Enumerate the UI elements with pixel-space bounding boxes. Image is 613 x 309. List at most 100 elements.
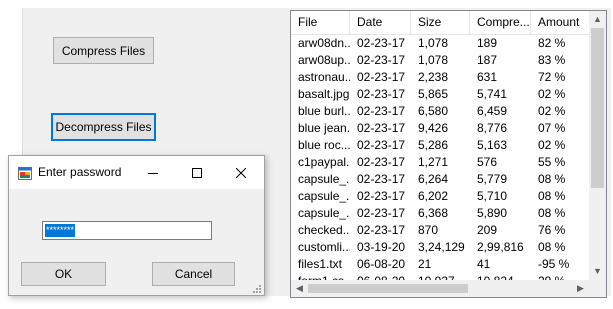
column-header-file[interactable]: File (291, 11, 350, 34)
list-cell: capsule_... (298, 172, 350, 186)
list-cell: 5,890 (477, 206, 508, 220)
list-cell: 02 % (538, 104, 566, 118)
list-cell: 82 % (538, 36, 566, 50)
list-cell: 03-19-20 (357, 240, 406, 254)
list-cell: arw08up... (298, 53, 350, 67)
scroll-down-icon[interactable]: ▼ (589, 263, 606, 280)
list-row[interactable]: customli... 03-19-20 3,24,129 2,99,816 08 % (291, 239, 591, 256)
list-cell: 21 (418, 257, 432, 271)
list-cell: 5,865 (418, 87, 449, 101)
list-header: File Date Size Compre... Amount (291, 11, 591, 35)
cancel-button[interactable]: Cancel (152, 262, 235, 286)
horizontal-scrollbar[interactable]: ◀ ▶ (291, 280, 589, 297)
close-icon (235, 165, 247, 181)
resize-grip-icon[interactable] (252, 283, 262, 293)
scroll-left-icon[interactable]: ◀ (291, 280, 308, 297)
vertical-scrollbar[interactable]: ▲ ▼ (589, 11, 606, 280)
list-cell: 6,202 (418, 189, 449, 203)
list-row[interactable]: astronau... 02-23-17 2,238 631 72 % (291, 69, 591, 86)
list-row[interactable]: capsule_... 02-23-17 6,202 5,710 08 % (291, 188, 591, 205)
list-cell: blue burl... (298, 104, 350, 118)
maximize-button[interactable] (174, 156, 220, 189)
list-cell: 187 (477, 53, 498, 67)
list-cell: c1paypal... (298, 155, 350, 169)
list-row[interactable]: arw08dn... 02-23-17 1,078 189 82 % (291, 35, 591, 52)
list-cell: 6,368 (418, 206, 449, 220)
password-selected-text: ******** (45, 224, 76, 237)
list-cell: 02-23-17 (357, 189, 406, 203)
list-cell: 2,99,816 (477, 240, 524, 254)
list-cell: 209 (477, 223, 498, 237)
list-cell: 576 (477, 155, 498, 169)
ok-button[interactable]: OK (21, 262, 106, 286)
minimize-icon (148, 165, 158, 181)
list-cell: 8,776 (477, 121, 508, 135)
list-cell: 83 % (538, 53, 566, 67)
list-row[interactable]: capsule_... 02-23-17 6,368 5,890 08 % (291, 205, 591, 222)
column-header-date[interactable]: Date (350, 11, 411, 34)
horizontal-scroll-thumb[interactable] (308, 284, 468, 293)
compress-files-button[interactable]: Compress Files (53, 37, 154, 64)
password-input[interactable]: ******** (42, 221, 212, 240)
list-cell: 2,238 (418, 70, 449, 84)
list-cell: files1.txt (298, 257, 343, 271)
list-cell: -95 % (538, 257, 570, 271)
list-cell: 02 % (538, 138, 566, 152)
list-cell: 02-23-17 (357, 53, 406, 67)
list-cell: 02-23-17 (357, 206, 406, 220)
list-row[interactable]: blue burl... 02-23-17 6,580 6,459 02 % (291, 103, 591, 120)
decompress-files-button[interactable]: Decompress Files (51, 113, 156, 141)
scroll-right-icon[interactable]: ▶ (572, 280, 589, 297)
list-cell: 02-23-17 (357, 36, 406, 50)
column-header-size[interactable]: Size (411, 11, 470, 34)
vertical-scroll-thumb[interactable] (591, 28, 604, 188)
column-header-compressed[interactable]: Compre... (470, 11, 531, 34)
scrollbar-corner (589, 280, 606, 297)
list-row[interactable]: arw08up... 02-23-17 1,078 187 83 % (291, 52, 591, 69)
list-cell: arw08dn... (298, 36, 350, 50)
list-row[interactable]: capsule_... 02-23-17 6,264 5,779 08 % (291, 171, 591, 188)
list-cell: capsule_... (298, 189, 350, 203)
list-cell: 5,163 (477, 138, 508, 152)
list-row[interactable]: blue jean... 02-23-17 9,426 8,776 07 % (291, 120, 591, 137)
list-cell: blue roc... (298, 138, 350, 152)
list-row[interactable]: basalt.jpg 02-23-17 5,865 5,741 02 % (291, 86, 591, 103)
list-cell: 189 (477, 36, 498, 50)
list-cell: checked... (298, 223, 350, 237)
list-cell: 5,779 (477, 172, 508, 186)
list-cell: basalt.jpg (298, 87, 350, 101)
list-cell: 76 % (538, 223, 566, 237)
list-cell: astronau... (298, 70, 350, 84)
list-cell: 3,24,129 (418, 240, 465, 254)
list-cell: 5,710 (477, 189, 508, 203)
list-cell: 6,580 (418, 104, 449, 118)
list-cell: 870 (418, 223, 439, 237)
list-cell: 6,264 (418, 172, 449, 186)
list-cell: 08 % (538, 240, 566, 254)
list-row[interactable]: blue roc... 02-23-17 5,286 5,163 02 % (291, 137, 591, 154)
list-row[interactable]: checked... 02-23-17 870 209 76 % (291, 222, 591, 239)
list-cell: 08 % (538, 206, 566, 220)
scroll-up-icon[interactable]: ▲ (589, 11, 606, 28)
list-cell: 02-23-17 (357, 138, 406, 152)
list-cell: 5,741 (477, 87, 508, 101)
minimize-button[interactable] (130, 156, 176, 189)
list-cell: 02-23-17 (357, 104, 406, 118)
list-cell: capsule_... (298, 206, 350, 220)
column-header-amount[interactable]: Amount (531, 11, 591, 34)
list-rows: arw08dn... 02-23-17 1,078 189 82 % arw08up...… (291, 35, 591, 290)
list-row[interactable]: c1paypal... 02-23-17 1,271 576 55 % (291, 154, 591, 171)
dialog-titlebar[interactable]: Enter password (9, 156, 264, 189)
list-row[interactable]: files1.txt 06-08-20 21 41 -95 % (291, 256, 591, 273)
list-cell: 02-23-17 (357, 172, 406, 186)
dialog-title: Enter password (38, 165, 122, 179)
list-cell: 02-23-17 (357, 155, 406, 169)
close-button[interactable] (218, 156, 264, 189)
file-list-view[interactable]: File Date Size Compre... Amount arw08dn.… (290, 10, 607, 298)
list-cell: 9,426 (418, 121, 449, 135)
list-cell: 02-23-17 (357, 87, 406, 101)
list-cell: customli... (298, 240, 350, 254)
list-cell: 55 % (538, 155, 566, 169)
list-cell: 1,271 (418, 155, 449, 169)
list-cell: 08 % (538, 189, 566, 203)
